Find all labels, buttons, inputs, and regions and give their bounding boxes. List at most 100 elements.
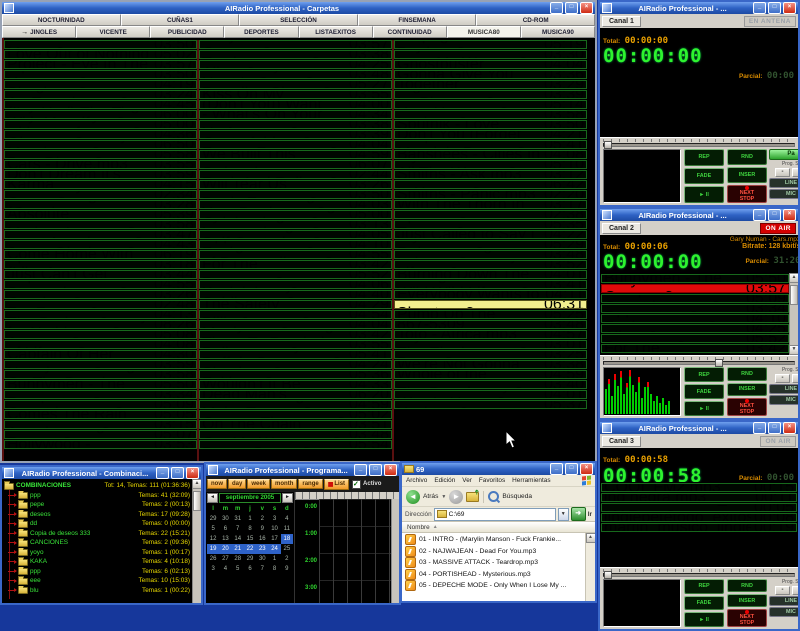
plus-button[interactable]: + xyxy=(792,586,798,595)
track-item[interactable]: Culture Club - Karma Chameleon.mp3 04:15 xyxy=(4,180,197,189)
track-item[interactable]: J. Geils Band - Centerfold.mp303:39 xyxy=(199,130,392,139)
track-item[interactable]: David Bowie - This is not America.mp303:… xyxy=(4,230,197,239)
file-item[interactable]: 04 - PORTISHEAD - Mysterious.mp3 xyxy=(402,568,595,581)
calendar-day[interactable]: 1 xyxy=(268,554,280,564)
track-item[interactable]: Pretenders - Don't Get Me Wrong.mp303:48 xyxy=(199,430,392,439)
calendar-day[interactable]: 10 xyxy=(268,524,280,534)
scroll-thumb[interactable] xyxy=(790,285,798,305)
track-item[interactable]: Hall and Oates - Kiss On My List.mp3 03:5… xyxy=(199,90,392,99)
plus-button[interactable]: + xyxy=(792,374,798,383)
fade-button[interactable]: FADE xyxy=(684,384,724,399)
folder-tab-musica80[interactable]: MUSICA80 xyxy=(446,26,521,38)
repeat-button[interactable]: REP xyxy=(684,149,724,166)
track-item[interactable]: Rick Astley - Never Gonna Give You Up.mp… xyxy=(394,70,587,79)
track-item[interactable]: Smiths - How Soon Is Now.mp306:42 xyxy=(394,180,587,189)
track-item[interactable]: Alan Parsons Project - Eye In The Sky.mp… xyxy=(4,60,197,69)
schedule-grid[interactable] xyxy=(319,499,392,603)
calendar-day[interactable]: 17 xyxy=(268,534,280,544)
track-item[interactable]: Simple Minds - Don't You (Forget About M… xyxy=(394,130,587,139)
track-item[interactable]: Technotronic - Pump Up The Jam.mp3 05:25 xyxy=(394,310,587,319)
track-item[interactable]: Living Colour - Cult of Personality.mp30… xyxy=(199,250,392,259)
tree-item[interactable]: deseos Temas: 17 (09:28) xyxy=(4,509,201,520)
track-item[interactable]: Genesis - Thats All.mp304:25 xyxy=(199,60,392,69)
maximize-icon[interactable]: □ xyxy=(768,422,781,434)
track-item[interactable]: Dio - Rainbow In The Dark.mp304:13 xyxy=(4,310,197,319)
track-item[interactable]: Joan Jett - I Love Rock And Roll.mp302:4… xyxy=(199,170,392,179)
slider-thumb[interactable] xyxy=(714,359,723,367)
calendar-day[interactable]: 28 xyxy=(232,554,244,564)
folder-tab-musica90[interactable]: MUSICA90 xyxy=(520,26,595,38)
track-item[interactable]: Roxette - Listen To Your Heart.mp305:14 xyxy=(394,100,587,109)
tree-item[interactable]: dd Temas: 0 (00:00) xyxy=(4,519,201,529)
calendar-day[interactable]: 21 xyxy=(231,544,244,554)
calendar-day[interactable]: 30 xyxy=(219,514,231,524)
view-button-day[interactable]: day xyxy=(228,479,247,489)
file-item[interactable]: 03 - MASSIVE ATTACK - Teardrop.mp3 xyxy=(402,557,595,569)
track-item[interactable]: Kylie Minogue - The Locomotion.mp303:13 xyxy=(199,220,392,229)
tree-item[interactable]: ppp Temas: 6 (02:13) xyxy=(4,566,201,577)
next-month-icon[interactable]: ► xyxy=(282,493,293,503)
insert-button[interactable]: INSER xyxy=(727,167,767,183)
track-item[interactable]: Talking Heads - Wild Wild Life.mp303:41 xyxy=(394,280,587,289)
file-item[interactable]: 01 - INTRO - (Marylin Manson - Fuck Fran… xyxy=(402,534,595,546)
track-item[interactable]: Smiths - Panic.mp3 02:20 xyxy=(394,190,587,199)
track-item[interactable]: Laura Branigan - Self Control.mp304:05 xyxy=(199,230,392,239)
file-item[interactable]: 05 - DEPECHE MODE - Only When I Lose My … xyxy=(402,580,595,592)
playlist-item[interactable]: Europe - The Final Countdown.mp305:09 xyxy=(601,294,789,303)
track-item[interactable]: Cars - Drive.mp3 03:55 xyxy=(4,160,197,169)
menu-herramientas[interactable]: Herramientas xyxy=(512,477,550,484)
track-item[interactable]: Nena - 99 Red Balloons.mp303:55 xyxy=(199,340,392,349)
calendar-day[interactable]: 6 xyxy=(244,564,256,574)
programacion-titlebar[interactable]: AIRadio Professional - Programa... _ □ × xyxy=(206,464,399,476)
calendar-day[interactable]: 7 xyxy=(256,564,268,574)
search-label[interactable]: Búsqueda xyxy=(502,493,532,500)
track-item[interactable]: Waterboys - The Whole of the Moon.mp3 04:… xyxy=(394,370,587,379)
calendar-day[interactable]: 2 xyxy=(256,514,268,524)
track-item[interactable]: Dire Straits - Walk of Life.mp304:08 xyxy=(4,340,197,349)
view-button-month[interactable]: month xyxy=(271,479,298,489)
playlist-item[interactable]: martin_musico_jingle.mp300:19 xyxy=(601,523,797,532)
track-item[interactable]: Erasure - A Little Respect.mp303:34 xyxy=(4,390,197,399)
folder-tab-publicidad[interactable]: PUBLICIDAD xyxy=(150,26,225,38)
track-item[interactable]: Nik Kershaw - Wouldn't It Be Good.mp3 04:… xyxy=(199,380,392,389)
mic-button[interactable]: MIC xyxy=(769,395,798,405)
canal3-tab[interactable]: Canal 3 xyxy=(602,435,641,447)
track-item[interactable]: Martika - Toy Soldiers.mp304:40 xyxy=(199,290,392,299)
scroll-down-icon[interactable]: ▼ xyxy=(789,345,798,355)
maximize-icon[interactable]: □ xyxy=(768,2,781,14)
menu-archivo[interactable]: Archivo xyxy=(406,477,427,484)
track-item[interactable]: Smiths - Ask.mp3 03:12 xyxy=(394,170,587,179)
calendar-day[interactable]: 8 xyxy=(268,564,280,574)
track-item[interactable]: Trio - Da Da Da.mp303:25 xyxy=(394,350,587,359)
track-item[interactable]: David Bowie - Modern Love.mp303:58 xyxy=(4,220,197,229)
view-button-week[interactable]: week xyxy=(247,479,271,489)
track-item[interactable]: New Order - Shell Shock.mp304:24 xyxy=(199,360,392,369)
track-item[interactable]: Oingo Boingo - Dead Man's Party.mp3 06:20 xyxy=(199,390,392,399)
track-item[interactable]: Righeira - Vamos A La Playa.mp303:39 xyxy=(394,90,587,99)
playlist-item[interactable]: INFORMACIÓN_DEPORTIVA-MAR.mp300:05 xyxy=(601,503,797,512)
folder-tab-nocturnidad[interactable]: NOCTURNIDAD xyxy=(2,14,121,26)
folder-up-icon[interactable] xyxy=(466,491,480,502)
track-item[interactable]: Suzanne Vega - Luka.mp303:48 xyxy=(394,250,587,259)
calendar-day[interactable]: 16 xyxy=(256,534,268,544)
track-item[interactable]: Depeche Mode - Strangelove.mp304:55 xyxy=(4,280,197,289)
scroll-up-icon[interactable]: ▲ xyxy=(789,273,798,283)
minimize-icon[interactable]: _ xyxy=(753,422,766,434)
folder-tab-deportes[interactable]: DEPORTES xyxy=(224,26,299,38)
mic-button[interactable]: MIC xyxy=(769,607,798,617)
position-slider[interactable] xyxy=(600,355,798,367)
track-item[interactable]: Depeche Mode - Just Can't Get Enough.mp3… xyxy=(4,270,197,279)
track-item[interactable]: Stevie Wonder - I Just Called to Say I L… xyxy=(394,230,587,239)
fade-button[interactable]: FADE xyxy=(684,595,724,611)
track-item[interactable]: Jive Bunny and the Mastermixers - Swing … xyxy=(199,160,392,169)
track-item[interactable]: Roxette - The Look.mp303:58 xyxy=(394,110,587,119)
track-item[interactable]: New Order - True Faith.mp305:36 xyxy=(199,370,392,379)
minimize-icon[interactable]: _ xyxy=(156,467,169,479)
calendar-day[interactable]: 30 xyxy=(256,554,268,564)
calendar-day[interactable]: 5 xyxy=(232,564,244,574)
track-item[interactable]: General Public - Tenderness.mp303:38 xyxy=(199,50,392,59)
track-item[interactable]: Yazz - The Only Way Is Up.mp304:01 xyxy=(394,390,587,399)
track-item[interactable]: Rick Astley - Together Forever.mp3 03:29 xyxy=(394,80,587,89)
tree-item[interactable]: yoyo Temas: 1 (00:17) xyxy=(4,547,201,558)
calendar-day[interactable]: 11 xyxy=(281,524,293,534)
